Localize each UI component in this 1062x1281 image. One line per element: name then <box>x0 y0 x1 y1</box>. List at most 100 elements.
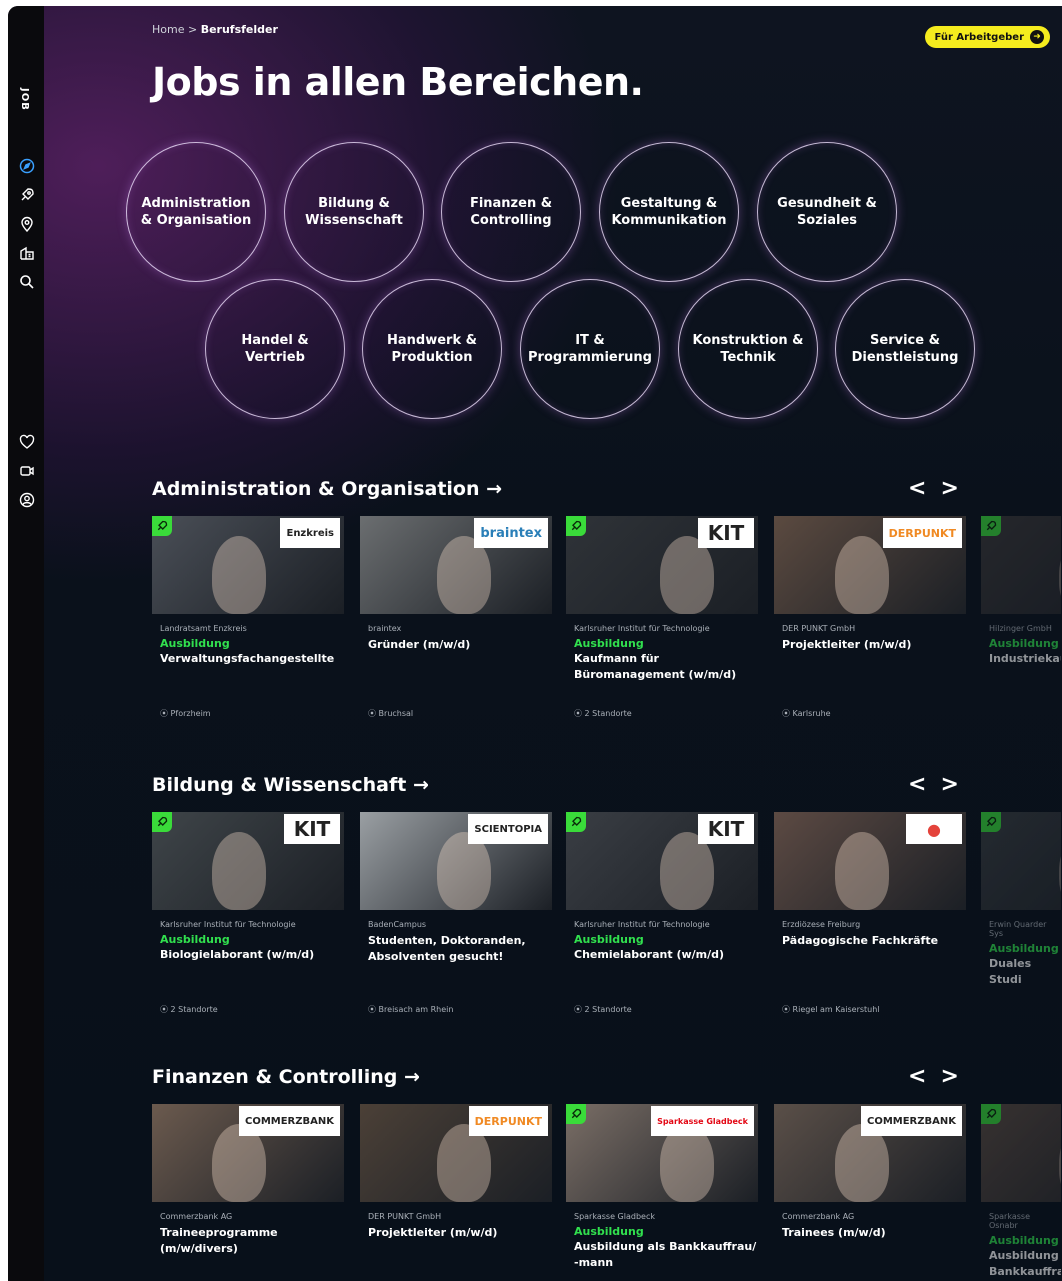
compass-icon[interactable] <box>19 158 35 174</box>
job-card[interactable]: KIT Karlsruher Institut für Technologie Au… <box>566 516 758 718</box>
section-title[interactable]: Bildung & Wissenschaft → <box>152 774 429 796</box>
breadcrumb-home[interactable]: Home <box>152 23 184 36</box>
job-title[interactable]: Industriekau <box>981 651 1061 667</box>
app-frame: JOB Home > Berufsfelder Für Arbeitgeber … <box>8 6 1062 1281</box>
job-location: ⦿ Riegel am Kaiserstuhl <box>782 1004 880 1015</box>
company-logo: KIT <box>284 814 340 844</box>
job-title[interactable]: Trainees (m/w/d) <box>774 1225 966 1241</box>
job-title[interactable]: Studenten, Doktoranden, Absolventen gesu… <box>360 933 552 965</box>
job-location-text: Pforzheim <box>170 709 211 718</box>
rocket-icon[interactable] <box>19 187 35 203</box>
job-title[interactable]: Pädagogische Fachkräfte <box>774 933 966 949</box>
job-card[interactable]: Enzkreis Landratsamt Enzkreis Ausbildung Ve… <box>152 516 344 718</box>
location-pin-icon: ⦿ <box>368 1005 379 1014</box>
job-location: ⦿ 2 Standorte <box>574 708 632 719</box>
job-card[interactable]: COMMERZBANK Commerzbank AG Traineeprogramm… <box>152 1104 344 1257</box>
job-card[interactable]: KIT Karlsruher Institut für Technologie Au… <box>566 812 758 1014</box>
job-card-image: Sparkasse Gladbeck <box>566 1104 758 1202</box>
job-card[interactable]: braintex braintex Gründer (m/w/d) ⦿ Bruchsa… <box>360 516 552 718</box>
location-pin-icon: ⦿ <box>368 709 379 718</box>
section-title[interactable]: Finanzen & Controlling → <box>152 1066 420 1088</box>
location-pin-icon: ⦿ <box>160 709 171 718</box>
category-administration[interactable]: Administration & Organisation <box>126 142 266 282</box>
job-title[interactable]: Duales Studi <box>981 956 1061 988</box>
rocket-badge-icon <box>566 1104 586 1124</box>
job-card[interactable]: Sparkasse Gladbeck Sparkasse Gladbeck Ausb… <box>566 1104 758 1271</box>
job-card[interactable]: DERPUNKT DER PUNKT GmbH Projektleiter (m/w… <box>774 516 966 718</box>
job-title[interactable]: Projektleiter (m/w/d) <box>774 637 966 653</box>
job-title[interactable]: Projektleiter (m/w/d) <box>360 1225 552 1241</box>
job-location-text: Riegel am Kaiserstuhl <box>792 1005 880 1014</box>
job-card[interactable]: Hilzinger GmbHAusbildungIndustriekau⦿ 7 … <box>981 516 1061 667</box>
arrow-right-icon: ➜ <box>1030 30 1044 44</box>
section-title[interactable]: Administration & Organisation → <box>152 478 502 500</box>
job-title[interactable]: Kaufmann für Büromanagement (w/m/d) <box>566 651 758 683</box>
chevron-right-icon[interactable]: > <box>940 476 958 501</box>
video-icon[interactable] <box>19 463 35 479</box>
job-location-text: 2 Standorte <box>584 1005 632 1014</box>
job-card-image <box>981 516 1061 614</box>
chevron-left-icon[interactable]: < <box>908 1064 926 1089</box>
chevron-left-icon[interactable]: < <box>908 772 926 797</box>
job-card[interactable]: COMMERZBANK Commerzbank AG Trainees (m/w/d… <box>774 1104 966 1241</box>
breadcrumb: Home > Berufsfelder <box>152 23 278 36</box>
category-handel[interactable]: Handel & Vertrieb <box>205 279 345 419</box>
job-card-image <box>981 1104 1061 1202</box>
logo[interactable]: JOB <box>19 88 30 111</box>
job-type: Ausbildung <box>989 942 1059 955</box>
job-card[interactable]: DERPUNKT DER PUNKT GmbH Projektleiter (m/w… <box>360 1104 552 1241</box>
heart-icon[interactable] <box>19 434 35 450</box>
job-company: DER PUNKT GmbH <box>368 1212 442 1221</box>
job-card-image: COMMERZBANK <box>774 1104 966 1202</box>
job-location: ⦿ 2 Standorte <box>160 1004 218 1015</box>
job-title[interactable]: Biologielaborant (w/m/d) <box>152 947 344 963</box>
category-gestaltung[interactable]: Gestaltung & Kommunikation <box>599 142 739 282</box>
job-card-image: DERPUNKT <box>360 1104 552 1202</box>
job-title[interactable]: Chemielaborant (w/m/d) <box>566 947 758 963</box>
job-company: BadenCampus <box>368 920 427 929</box>
job-card[interactable]: KIT Karlsruher Institut für Technologie Au… <box>152 812 344 1014</box>
rocket-badge-icon <box>152 812 172 832</box>
job-type: Ausbildung <box>989 637 1059 650</box>
job-card[interactable]: SCIENTOPIA BadenCampus Studenten, Doktoran… <box>360 812 552 1014</box>
breadcrumb-current: Berufsfelder <box>200 23 278 36</box>
job-title[interactable]: Traineeprogramme (m/w/divers) <box>152 1225 344 1257</box>
job-card-image: KIT <box>152 812 344 910</box>
job-title[interactable]: Ausbildung Bankkauffra <box>981 1248 1061 1280</box>
job-location-text: Breisach am Rhein <box>378 1005 454 1014</box>
main-content: Home > Berufsfelder Für Arbeitgeber ➜ Jo… <box>44 6 1062 1281</box>
category-gesundheit[interactable]: Gesundheit & Soziales <box>757 142 897 282</box>
category-handwerk[interactable]: Handwerk & Produktion <box>362 279 502 419</box>
job-card-image <box>981 812 1061 910</box>
job-location-text: Karlsruhe <box>792 709 831 718</box>
chevron-left-icon[interactable]: < <box>908 476 926 501</box>
company-logo: KIT <box>698 518 754 548</box>
category-finanzen[interactable]: Finanzen & Controlling <box>441 142 581 282</box>
category-it[interactable]: IT & Programmierung <box>520 279 660 419</box>
job-card[interactable]: ● Erzdiözese Freiburg Pädagogische Fachkrä… <box>774 812 966 1014</box>
job-card[interactable]: Sparkasse Osnabr Ausbildung Ausbildung Ban… <box>981 1104 1061 1280</box>
job-title[interactable]: Ausbildung als Bankkauffrau/ -mann <box>566 1239 758 1271</box>
job-type: Ausbildung <box>160 637 230 650</box>
job-company: Erwin Quarder Sys <box>989 920 1047 938</box>
chevron-right-icon[interactable]: > <box>940 772 958 797</box>
job-card[interactable]: Erwin Quarder SysAusbildungDuales Studi⦿… <box>981 812 1061 988</box>
job-type: Ausbildung <box>989 1234 1059 1247</box>
location-icon[interactable] <box>19 216 35 232</box>
chevron-right-icon[interactable]: > <box>940 1064 958 1089</box>
employer-button[interactable]: Für Arbeitgeber ➜ <box>924 26 1050 48</box>
category-service[interactable]: Service & Dienstleistung <box>835 279 975 419</box>
job-title[interactable]: Gründer (m/w/d) <box>360 637 552 653</box>
rocket-badge-icon <box>981 812 1001 832</box>
category-konstruktion[interactable]: Konstruktion & Technik <box>678 279 818 419</box>
user-icon[interactable] <box>19 492 35 508</box>
job-location-text: Bruchsal <box>378 709 414 718</box>
carousel-nav: < > <box>908 476 959 501</box>
job-title[interactable]: Verwaltungsfachangestellte <box>152 651 344 667</box>
photo-person <box>212 536 266 614</box>
search-icon[interactable] <box>19 274 35 290</box>
building-icon[interactable] <box>19 245 35 261</box>
job-company: braintex <box>368 624 402 633</box>
category-bildung[interactable]: Bildung & Wissenschaft <box>284 142 424 282</box>
breadcrumb-separator: > <box>187 23 198 36</box>
